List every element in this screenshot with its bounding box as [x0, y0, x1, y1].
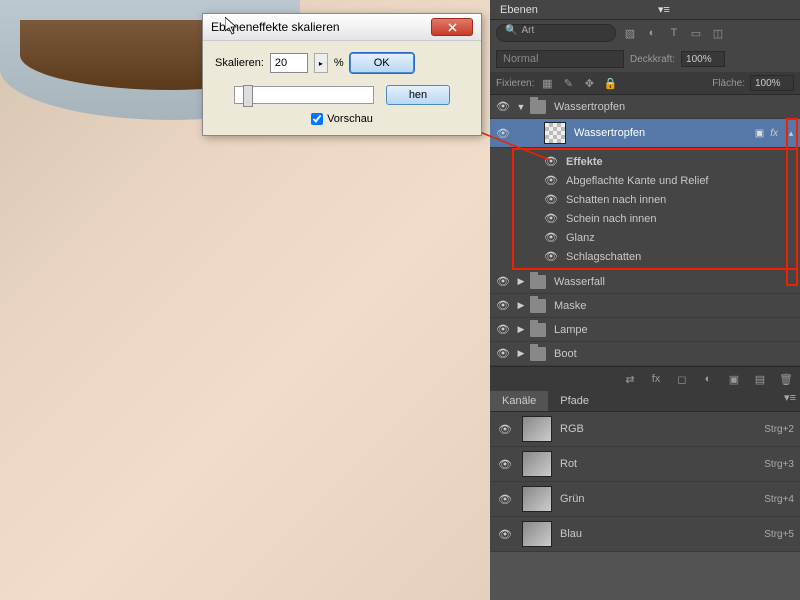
opacity-label: Deckkraft: — [630, 54, 675, 65]
channel-rgb[interactable]: 👁 RGB Strg+2 — [490, 412, 800, 447]
effect-inner-shadow[interactable]: 👁Schatten nach innen — [514, 190, 796, 209]
effect-inner-glow[interactable]: 👁Schein nach innen — [514, 209, 796, 228]
scale-unit: % — [334, 57, 344, 69]
layer-group-boot[interactable]: 👁▶ Boot — [490, 342, 800, 366]
layer-filter-select[interactable]: 🔍Art — [496, 24, 616, 42]
fx-icon[interactable]: fx — [648, 371, 664, 387]
effect-bevel[interactable]: 👁Abgeflachte Kante und Relief — [514, 171, 796, 190]
twisty-icon[interactable]: ▼ — [516, 102, 526, 112]
layer-filter-row: 🔍Art ▧ ◐ T ▭ ◫ — [490, 20, 800, 46]
opacity-value[interactable]: 100% — [681, 51, 725, 67]
layer-wassertropfen[interactable]: 👁 Wassertropfen ▣ fx ▴ — [490, 119, 800, 148]
scale-effects-dialog: Ebeneneffekte skalieren Skalieren: ▸ % O… — [202, 13, 482, 136]
delete-layer-icon[interactable]: 🗑 — [778, 371, 794, 387]
scale-label: Skalieren: — [215, 57, 264, 69]
blend-mode-select[interactable]: Normal — [496, 50, 624, 68]
channel-red[interactable]: 👁 Rot Strg+3 — [490, 447, 800, 482]
effects-header[interactable]: 👁 Effekte — [514, 152, 796, 171]
folder-icon — [530, 100, 546, 114]
link-icon[interactable]: ▣ — [755, 128, 764, 139]
effect-drop-shadow[interactable]: 👁Schlagschatten — [514, 247, 796, 266]
visibility-toggle[interactable]: 👁 — [494, 127, 512, 140]
dialog-title: Ebeneneffekte skalieren — [211, 20, 431, 34]
layers-list: 👁 ▼ Wassertropfen 👁 Wassertropfen ▣ fx ▴… — [490, 95, 800, 391]
fx-indicator[interactable]: fx — [770, 128, 778, 139]
effect-satin[interactable]: 👁Glanz — [514, 228, 796, 247]
layers-footer: ⇄ fx ◻ ◐ ▣ ▤ 🗑 — [490, 366, 800, 391]
visibility-toggle[interactable]: 👁 — [494, 100, 512, 113]
lock-pixels-icon[interactable]: ✎ — [560, 75, 576, 91]
scale-slider[interactable] — [234, 86, 374, 104]
filter-type-icon[interactable]: T — [666, 25, 682, 41]
panel-menu-icon[interactable]: ▾≡ — [654, 3, 674, 16]
channel-blue[interactable]: 👁 Blau Strg+5 — [490, 517, 800, 552]
preview-label: Vorschau — [327, 113, 373, 125]
cancel-button[interactable]: hen — [386, 85, 450, 105]
layer-group-wassertropfen[interactable]: 👁 ▼ Wassertropfen — [490, 95, 800, 119]
ok-button[interactable]: OK — [350, 53, 414, 73]
channels-menu-icon[interactable]: ▾≡ — [780, 391, 800, 411]
lock-all-icon[interactable]: 🔒 — [602, 75, 618, 91]
fill-value[interactable]: 100% — [750, 75, 794, 91]
layer-group-maske[interactable]: 👁▶ Maske — [490, 294, 800, 318]
scale-spinner[interactable]: ▸ — [314, 53, 328, 73]
lock-position-icon[interactable]: ✥ — [581, 75, 597, 91]
layer-group-lampe[interactable]: 👁▶ Lampe — [490, 318, 800, 342]
lock-transparent-icon[interactable]: ▦ — [539, 75, 555, 91]
filter-adjust-icon[interactable]: ◐ — [644, 25, 660, 41]
effects-highlight: 👁 Effekte 👁Abgeflachte Kante und Relief … — [512, 148, 798, 270]
filter-pixel-icon[interactable]: ▧ — [622, 25, 638, 41]
link-layers-icon[interactable]: ⇄ — [622, 371, 638, 387]
visibility-toggle[interactable]: 👁 — [542, 155, 560, 168]
close-icon — [448, 23, 457, 32]
layers-panel-title: Ebenen — [500, 4, 538, 16]
adjustment-icon[interactable]: ◐ — [700, 371, 716, 387]
filter-shape-icon[interactable]: ▭ — [688, 25, 704, 41]
layer-thumbnail[interactable] — [544, 122, 566, 144]
new-group-icon[interactable]: ▣ — [726, 371, 742, 387]
lock-label: Fixieren: — [496, 78, 534, 89]
mask-icon[interactable]: ◻ — [674, 371, 690, 387]
tab-channels[interactable]: Kanäle — [490, 391, 548, 411]
filter-smart-icon[interactable]: ◫ — [710, 25, 726, 41]
dialog-close-button[interactable] — [431, 18, 473, 36]
tab-paths[interactable]: Pfade — [548, 391, 601, 411]
channel-green[interactable]: 👁 Grün Strg+4 — [490, 482, 800, 517]
preview-checkbox[interactable] — [311, 113, 323, 125]
fill-label: Fläche: — [712, 78, 745, 89]
new-layer-icon[interactable]: ▤ — [752, 371, 768, 387]
layer-group-wasserfall[interactable]: 👁▶ Wasserfall — [490, 270, 800, 294]
scale-input[interactable] — [270, 53, 308, 73]
